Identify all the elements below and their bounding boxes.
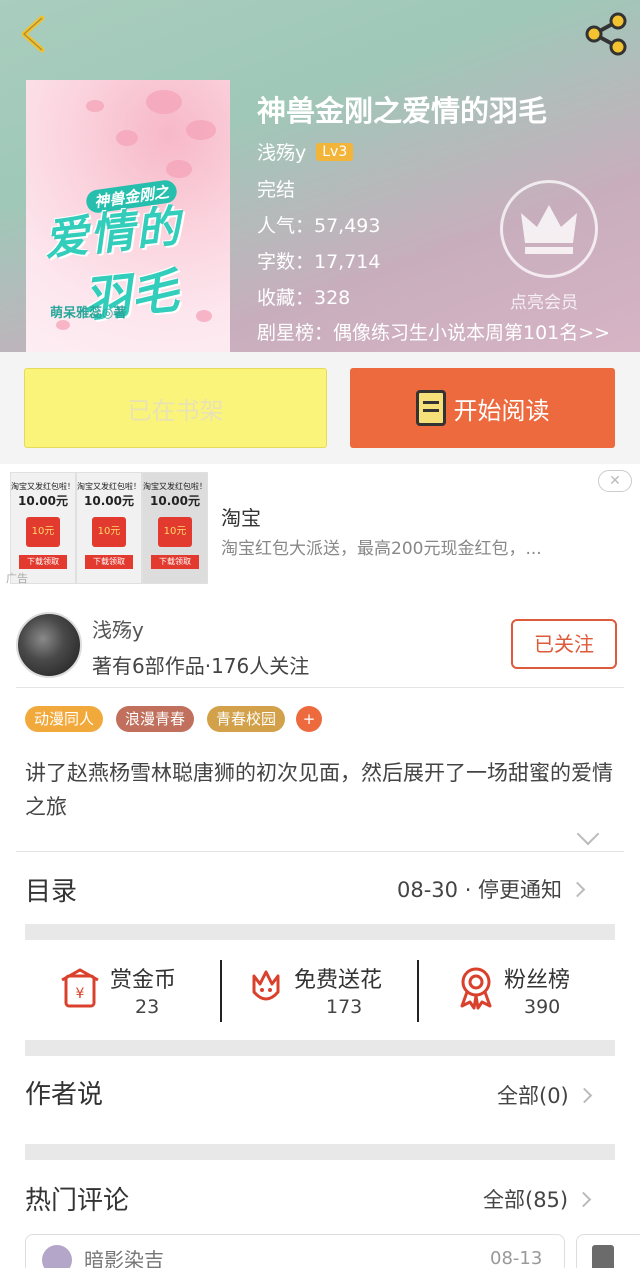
author-avatar[interactable]: [16, 612, 82, 678]
divider: [417, 960, 419, 1022]
ranking-link[interactable]: 剧星榜：偶像练习生小说本周第101名>>: [257, 318, 610, 345]
fans-value: 390: [524, 996, 561, 1018]
separator: [25, 1144, 615, 1160]
svg-text:¥: ¥: [76, 986, 85, 1002]
add-tag-button[interactable]: +: [296, 706, 322, 732]
author-says-count: 全部(0): [497, 1084, 569, 1108]
ad-title[interactable]: 淘宝: [221, 502, 261, 531]
fans-label[interactable]: 粉丝榜: [504, 962, 570, 994]
back-icon[interactable]: [14, 12, 54, 56]
ad-description[interactable]: 淘宝红包大派送，最高200元现金红包，...: [221, 534, 542, 559]
ad-banner[interactable]: 淘宝又发红包啦！ 10.00元 10元 下载领取 淘宝又发红包啦！ 10.00元 10…: [0, 464, 640, 600]
start-reading-button[interactable]: 开始阅读: [350, 368, 615, 448]
vip-label[interactable]: 点亮会员: [510, 288, 578, 313]
reward-label[interactable]: 赏金币: [110, 962, 176, 994]
commenter-avatar[interactable]: [592, 1245, 614, 1268]
tag-romance[interactable]: 浪漫青春: [116, 706, 195, 732]
catalog-update-link[interactable]: 08-30 · 停更通知: [397, 874, 586, 904]
cover-author: 萌呆雅蕊◎著: [50, 306, 127, 321]
chevron-right-icon: [575, 1191, 592, 1207]
tag-anime[interactable]: 动漫同人: [25, 706, 104, 732]
ad-thumb-3: 淘宝又发红包啦！ 10.00元 10元 下载领取: [142, 472, 208, 584]
hot-comments-title[interactable]: 热门评论: [25, 1180, 129, 1217]
in-shelf-label: 已在书架: [127, 396, 224, 425]
book-title: 神兽金刚之爱情的羽毛: [257, 94, 548, 128]
follow-button[interactable]: 已关注: [511, 619, 617, 669]
tag-campus[interactable]: 青春校园: [207, 706, 286, 732]
share-icon[interactable]: [582, 12, 630, 56]
commenter-name[interactable]: 暗影染吉: [84, 1244, 164, 1268]
author-info: 著有6部作品·176人关注: [92, 654, 310, 678]
author-name-secondary[interactable]: 浅殇y: [92, 614, 144, 643]
separator: [25, 1040, 615, 1056]
divider: [220, 960, 222, 1022]
ad-thumb-2: 淘宝又发红包啦！ 10.00元 10元 下载领取: [76, 472, 142, 584]
in-shelf-button[interactable]: 已在书架: [24, 368, 327, 448]
flower-icon[interactable]: [246, 966, 286, 1010]
reward-value: 23: [135, 996, 160, 1018]
medal-icon[interactable]: [456, 964, 496, 1010]
popularity-text: 人气：57,493: [257, 215, 381, 237]
author-says-all-link[interactable]: 全部(0): [497, 1080, 593, 1110]
red-envelope-icon[interactable]: ¥: [60, 966, 102, 1010]
divider: [16, 851, 624, 852]
vip-button[interactable]: [500, 180, 598, 278]
ad-label: 广告: [6, 572, 28, 585]
author-says-title[interactable]: 作者说: [25, 1074, 103, 1111]
flower-label[interactable]: 免费送花: [294, 962, 382, 994]
flower-value: 173: [326, 996, 363, 1018]
crown-icon: [521, 205, 577, 254]
catalog-title[interactable]: 目录: [25, 871, 77, 908]
ad-close-button[interactable]: ✕: [598, 470, 632, 492]
book-description: 讲了赵燕杨雪林聪唐狮的初次见面，然后展开了一场甜蜜的爱情之旅: [25, 761, 613, 819]
word-count-text: 字数：17,714: [257, 251, 381, 273]
comment-date: 08-13: [490, 1248, 543, 1268]
book-cover[interactable]: 神兽金刚之 爱情的 羽毛 萌呆雅蕊◎著: [26, 80, 230, 352]
status-text: 完结: [257, 179, 296, 201]
hot-comments-all-link[interactable]: 全部(85): [483, 1184, 592, 1214]
start-reading-label: 开始阅读: [453, 396, 550, 425]
author-name[interactable]: 浅殇y: [257, 138, 306, 165]
chevron-right-icon: [569, 881, 586, 897]
book-icon: [415, 390, 446, 426]
hot-comments-count: 全部(85): [483, 1188, 569, 1212]
author-line[interactable]: 浅殇y Lv3: [257, 138, 354, 165]
separator: [25, 924, 615, 940]
divider: [16, 687, 624, 688]
book-header: 神兽金刚之 爱情的 羽毛 萌呆雅蕊◎著 神兽金刚之爱情的羽毛 浅殇y Lv3 完…: [0, 0, 640, 352]
chevron-right-icon: [576, 1087, 593, 1103]
catalog-update-text: 08-30 · 停更通知: [397, 878, 563, 902]
ad-thumb-1: 淘宝又发红包啦！ 10.00元 10元 下载领取: [10, 472, 76, 584]
commenter-avatar[interactable]: [42, 1245, 72, 1268]
level-badge: Lv3: [316, 142, 354, 161]
favorites-text: 收藏：328: [257, 287, 351, 309]
